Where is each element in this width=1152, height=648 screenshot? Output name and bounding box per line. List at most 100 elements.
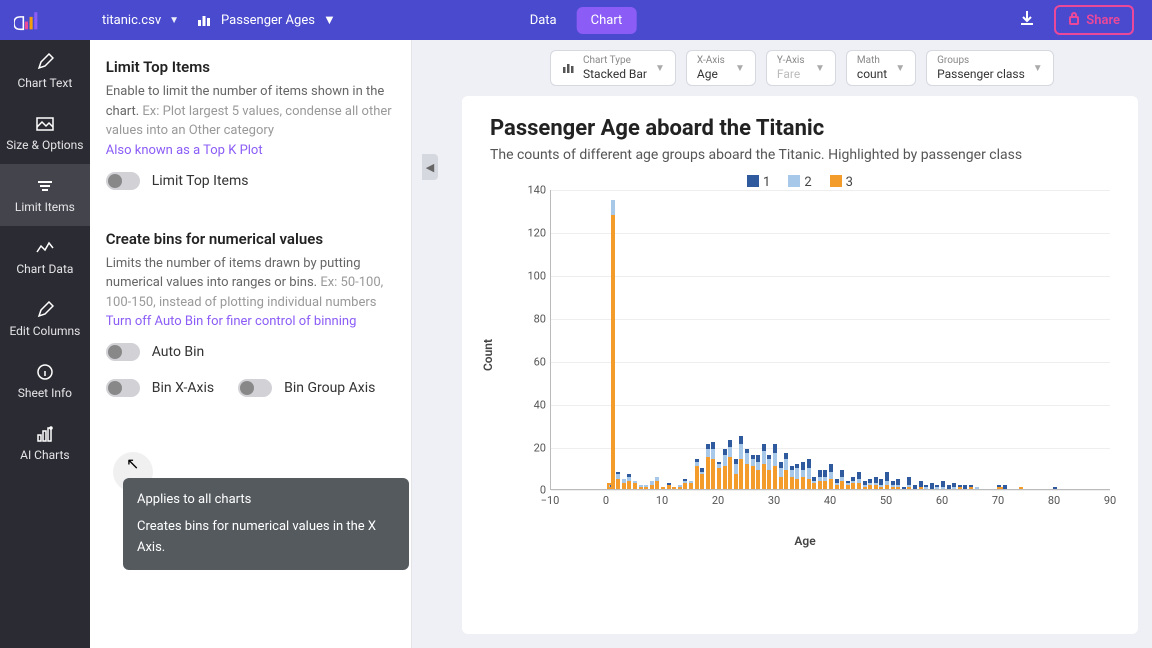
legend-item-2: 2: [788, 175, 811, 190]
chart-bar: [723, 449, 727, 490]
toggle-label: Bin X-Axis: [152, 380, 214, 396]
chart-bar: [717, 462, 721, 490]
chart-title: Passenger Age aboard the Titanic: [490, 116, 1110, 141]
sidebar-item-edit-columns[interactable]: Edit Columns: [0, 288, 90, 350]
share-button[interactable]: Share: [1054, 5, 1134, 35]
y-tick: 140: [527, 184, 546, 197]
sidebar-item-label: AI Charts: [20, 448, 70, 462]
chart-bar: [891, 481, 895, 490]
chart-bar: [667, 483, 671, 489]
chart-bar: [851, 477, 855, 490]
chart-bar: [863, 481, 867, 490]
chart-bar: [756, 455, 760, 489]
chart-bar: [633, 481, 637, 490]
chart-bar: [616, 472, 620, 489]
toggle-bin-x-axis[interactable]: [106, 379, 140, 397]
toggle-limit-top-items[interactable]: [106, 172, 140, 190]
toggle-label: Auto Bin: [152, 344, 205, 360]
cfg-groups[interactable]: GroupsPassenger class ▼: [926, 50, 1054, 86]
chart-bar: [829, 464, 833, 490]
chart-bar: [627, 474, 631, 489]
chart-bar: [952, 483, 956, 489]
stacked-bar-icon: [561, 61, 575, 75]
chart-bar: [874, 477, 878, 490]
cfg-x-axis[interactable]: X-AxisAge ▼: [686, 50, 756, 86]
tab-data[interactable]: Data: [516, 7, 571, 34]
x-tick: 0: [603, 494, 609, 507]
sidebar-item-label: Chart Text: [17, 76, 72, 90]
chart-bar: [818, 470, 822, 489]
chart-bar: [773, 444, 777, 489]
sidebar-item-label: Sheet Info: [18, 386, 72, 400]
chevron-down-icon: ▼: [895, 63, 905, 74]
toggle-bin-group-axis[interactable]: [238, 379, 272, 397]
chart-bar: [795, 464, 799, 490]
cfg-y-axis[interactable]: Y-AxisFare ▼: [766, 50, 836, 86]
sidebar-item-limit-items[interactable]: Limit Items: [0, 164, 90, 226]
chart-bar: [879, 479, 883, 490]
cursor-icon: ↖: [126, 454, 139, 473]
filename-dropdown[interactable]: titanic.csv ▼: [102, 13, 179, 28]
x-tick: 70: [992, 494, 1004, 507]
chart-bar: [963, 485, 967, 489]
cfg-chart-type[interactable]: Chart TypeStacked Bar ▼: [550, 50, 676, 86]
chart-bar: [1019, 487, 1023, 489]
chart-bar: [700, 468, 704, 489]
chevron-down-icon: ▼: [169, 15, 179, 26]
sparkline-icon: [35, 238, 55, 258]
chevron-down-icon: ▼: [1033, 63, 1043, 74]
chevron-down-icon: ▼: [655, 63, 665, 74]
cfg-math[interactable]: Mathcount ▼: [846, 50, 916, 86]
chart-bar: [868, 479, 872, 490]
x-tick: 80: [1048, 494, 1060, 507]
app-logo[interactable]: [8, 0, 48, 40]
chart-bar: [655, 477, 659, 490]
chart-card: Passenger Age aboard the Titanic The cou…: [462, 96, 1138, 634]
chart-legend: 1 2 3: [490, 175, 1110, 190]
chart-bar: [835, 479, 839, 490]
section-desc-limit: Enable to limit the number of items show…: [106, 82, 395, 141]
chart-bar: [896, 479, 900, 490]
chart-bar: [706, 444, 710, 489]
chart-bar: [924, 485, 928, 489]
chart-bar: [622, 479, 626, 490]
chart-bar: [919, 481, 923, 490]
chart-bar: [745, 449, 749, 490]
chart-bar: [784, 453, 788, 489]
section-desc-bins: Limits the number of items drawn by putt…: [106, 254, 395, 313]
x-tick: 50: [880, 494, 892, 507]
collapse-panel-handle[interactable]: ◀: [422, 154, 438, 180]
sidebar-item-chart-text[interactable]: Chart Text: [0, 40, 90, 102]
image-icon: [35, 114, 55, 134]
sidebar-item-ai-charts[interactable]: AI Charts: [0, 412, 90, 474]
legend-item-1: 1: [747, 175, 770, 190]
x-tick: 60: [936, 494, 948, 507]
link-autobin[interactable]: Turn off Auto Bin for finer control of b…: [106, 314, 395, 329]
legend-item-3: 3: [830, 175, 853, 190]
toggle-label: Limit Top Items: [152, 173, 249, 189]
top-bar: titanic.csv ▼ Passenger Ages ▼ Data Char…: [0, 0, 1152, 40]
chart-bar: [779, 462, 783, 490]
sidebar-item-chart-data[interactable]: Chart Data: [0, 226, 90, 288]
chart-bar: [975, 487, 979, 489]
chart-bar: [734, 459, 738, 489]
section-title-bins: Create bins for numerical values: [106, 230, 395, 248]
link-topk[interactable]: Also known as a Top K Plot: [106, 143, 395, 158]
download-icon[interactable]: [1018, 9, 1036, 31]
chart-bar: [840, 470, 844, 489]
sidebar-item-sheet-info[interactable]: Sheet Info: [0, 350, 90, 412]
chart-bar: [913, 485, 917, 489]
x-tick: 20: [712, 494, 724, 507]
tooltip-line2: Creates bins for numerical values in the…: [137, 517, 395, 559]
chart-bar: [683, 479, 687, 490]
tab-chart[interactable]: Chart: [577, 7, 637, 34]
chart-bar: [661, 487, 665, 489]
chart-bar: [711, 442, 715, 489]
sidebar-item-label: Limit Items: [15, 200, 75, 214]
chart-bar: [801, 462, 805, 490]
sidebar-item-size-options[interactable]: Size & Options: [0, 102, 90, 164]
chartname-dropdown[interactable]: Passenger Ages ▼: [197, 12, 336, 28]
y-tick: 40: [534, 398, 546, 411]
chart-bar: [739, 436, 743, 490]
toggle-auto-bin[interactable]: [106, 343, 140, 361]
